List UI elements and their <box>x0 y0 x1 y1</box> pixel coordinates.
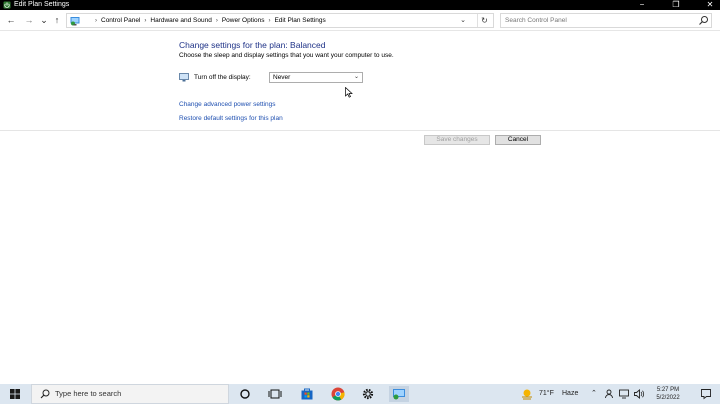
maximize-button[interactable]: ❐ <box>666 0 686 10</box>
edit-plan-settings-window: Edit Plan Settings − ❐ ✕ ← → ⌄ ↑ › Contro… <box>0 0 720 384</box>
breadcrumb-power-options[interactable]: Power Options <box>222 14 265 27</box>
chevron-down-icon: ⌄ <box>353 74 359 80</box>
breadcrumb-separator[interactable]: › <box>268 15 270 28</box>
control-panel-icon <box>70 17 80 26</box>
save-changes-button[interactable]: Save changes <box>424 135 490 145</box>
page-description: Choose the sleep and display settings th… <box>179 52 394 59</box>
breadcrumb: › Control Panel › Hardware and Sound › Power … <box>91 14 326 27</box>
minimize-button[interactable]: − <box>632 0 652 10</box>
navigation-bar: ← → ⌄ ↑ › Control Panel › Hardware and Soun… <box>0 10 720 31</box>
address-bar[interactable]: › Control Panel › Hardware and Sound › Power … <box>66 13 494 28</box>
breadcrumb-control-panel[interactable]: Control Panel <box>101 14 140 27</box>
clock-date: 5/2/2022 <box>656 395 680 401</box>
microsoft-store-icon[interactable] <box>299 386 315 402</box>
search-icon <box>699 16 708 25</box>
breadcrumb-edit-plan-settings[interactable]: Edit Plan Settings <box>274 14 325 27</box>
people-icon[interactable] <box>603 386 615 402</box>
title-bar: Edit Plan Settings − ❐ ✕ <box>0 0 720 10</box>
breadcrumb-separator[interactable]: › <box>144 15 146 28</box>
start-button[interactable] <box>0 384 30 404</box>
turn-off-display-value: Never <box>273 74 291 81</box>
address-dropdown-button[interactable]: ⌄ <box>457 14 469 27</box>
breadcrumb-hardware-and-sound[interactable]: Hardware and Sound <box>150 14 211 27</box>
change-advanced-power-settings-link[interactable]: Change advanced power settings <box>179 101 275 108</box>
chrome-icon[interactable] <box>330 386 346 402</box>
mouse-cursor-icon <box>345 87 353 98</box>
settings-gear-icon[interactable] <box>360 386 376 402</box>
clock-time: 5:27 PM <box>656 387 680 393</box>
taskbar-search-placeholder: Type here to search <box>55 389 122 398</box>
refresh-button[interactable]: ↻ <box>477 14 491 27</box>
taskbar: Type here to search 71°F Haze ⌃ 5:27 PM … <box>0 384 720 404</box>
window-title: Edit Plan Settings <box>14 1 70 8</box>
search-input[interactable]: Search Control Panel <box>500 13 712 28</box>
control-panel-icon <box>393 389 405 400</box>
up-button[interactable]: ↑ <box>51 14 63 26</box>
notification-center-icon[interactable] <box>700 388 712 400</box>
display-icon <box>179 73 189 82</box>
page-title: Change settings for the plan: Balanced <box>179 40 326 50</box>
weather-haze-icon[interactable] <box>519 386 535 402</box>
forward-button[interactable]: → <box>23 14 35 26</box>
recent-locations-button[interactable]: ⌄ <box>38 14 50 26</box>
weather-temperature[interactable]: 71°F <box>539 384 554 404</box>
system-clock[interactable]: 5:27 PM 5/2/2022 <box>648 386 688 402</box>
back-button[interactable]: ← <box>5 14 17 26</box>
breadcrumb-separator: › <box>95 18 97 24</box>
chevron-up-icon[interactable]: ⌃ <box>591 384 597 404</box>
task-view-icon[interactable] <box>267 386 283 402</box>
search-placeholder: Search Control Panel <box>505 17 567 24</box>
breadcrumb-separator[interactable]: › <box>216 15 218 28</box>
taskbar-search-input[interactable]: Type here to search <box>31 384 229 404</box>
volume-icon[interactable] <box>633 386 645 402</box>
search-icon <box>40 389 50 399</box>
cancel-button[interactable]: Cancel <box>495 135 541 145</box>
power-options-icon <box>3 1 11 9</box>
turn-off-display-select[interactable]: Never ⌄ <box>269 72 363 83</box>
restore-default-settings-link[interactable]: Restore default settings for this plan <box>179 115 283 122</box>
cortana-icon[interactable] <box>237 386 253 402</box>
weather-condition[interactable]: Haze <box>562 384 578 404</box>
divider <box>0 130 720 131</box>
turn-off-display-label: Turn off the display: <box>194 74 251 81</box>
windows-logo-icon <box>10 389 20 399</box>
close-button[interactable]: ✕ <box>700 0 720 10</box>
control-panel-taskbar-button[interactable] <box>389 386 409 402</box>
network-icon[interactable] <box>618 386 630 402</box>
